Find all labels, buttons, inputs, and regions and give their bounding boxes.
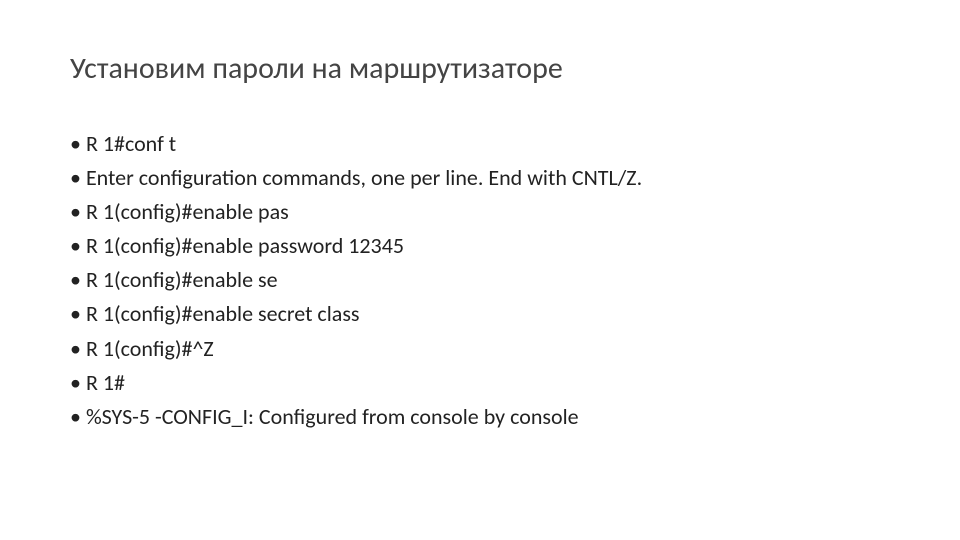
list-item: R 1(config)#enable se	[70, 263, 890, 297]
page-title: Установим пароли на маршрутизаторе	[70, 50, 890, 87]
list-item: R 1(config)#enable pas	[70, 195, 890, 229]
bullet-list: R 1#conf t Enter configuration commands,…	[70, 127, 890, 434]
list-item: %SYS-5 -CONFIG_I: Configured from consol…	[70, 400, 890, 434]
list-item: R 1#	[70, 366, 890, 400]
list-item: R 1(config)#^Z	[70, 332, 890, 366]
list-item: R 1#conf t	[70, 127, 890, 161]
list-item: Enter configuration commands, one per li…	[70, 161, 890, 195]
list-item: R 1(config)#enable secret class	[70, 297, 890, 331]
list-item: R 1(config)#enable password 12345	[70, 229, 890, 263]
